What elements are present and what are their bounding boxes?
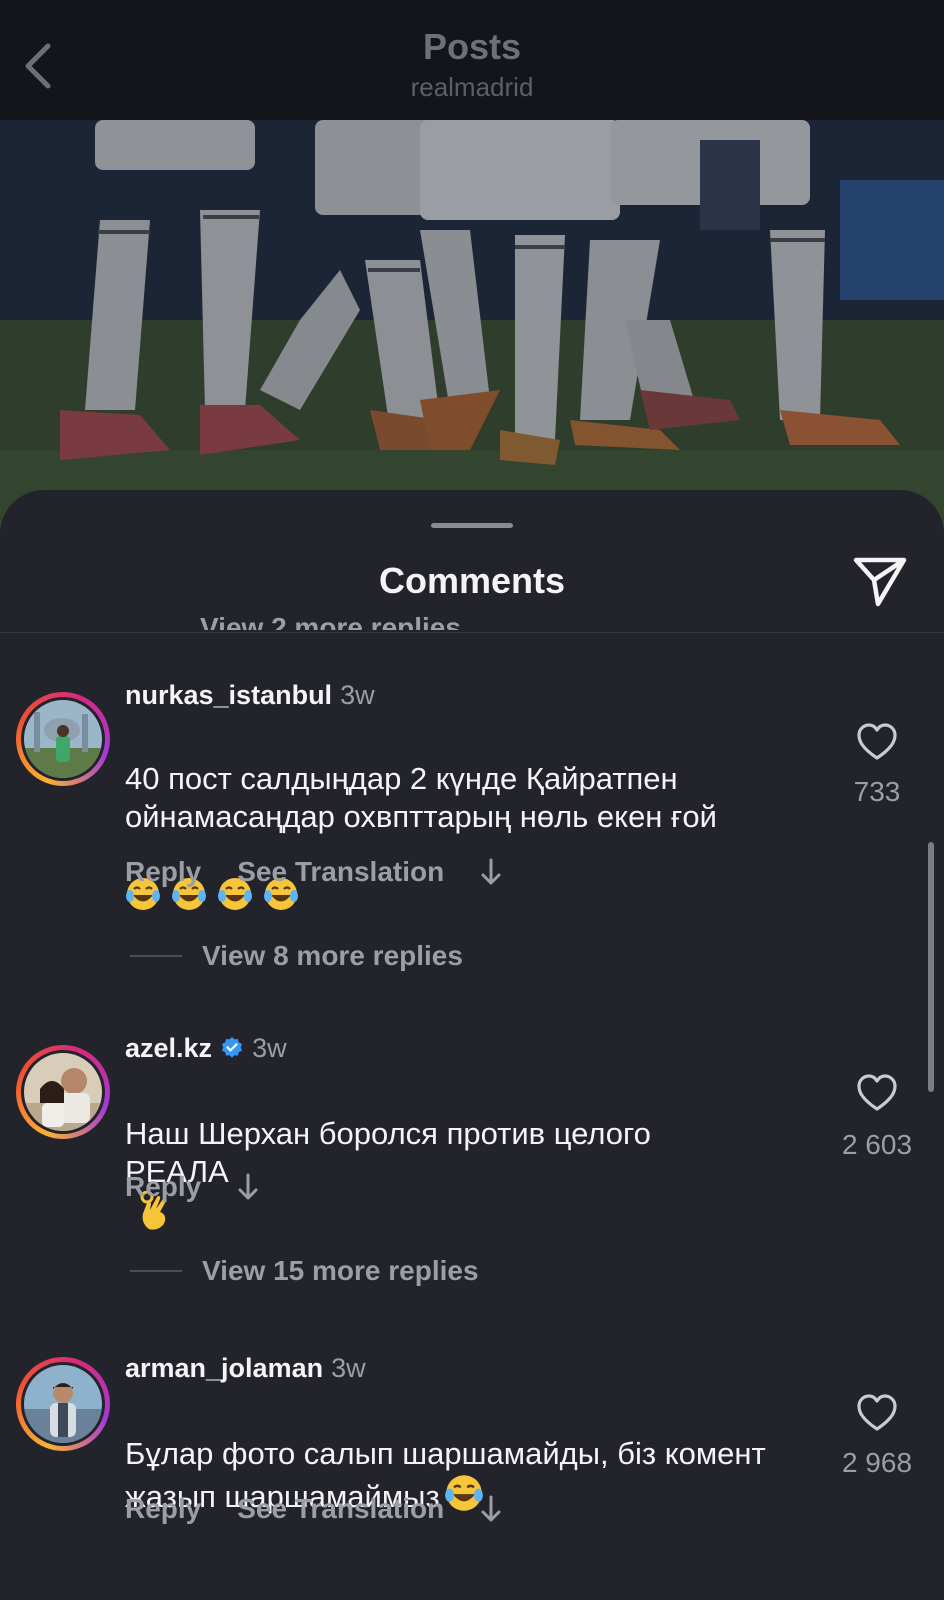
view-more-replies-button[interactable]: View 8 more replies <box>130 940 463 972</box>
page-title: Posts <box>422 26 522 67</box>
arrow-down-icon[interactable] <box>480 857 502 887</box>
post-photo <box>0 120 944 540</box>
verified-badge-icon <box>222 1037 243 1058</box>
comment-text: Наш Шерхан боролся против целого РЕАЛА <box>125 1077 725 1234</box>
account-name[interactable]: realmadrid <box>0 72 944 103</box>
sheet-grabber[interactable] <box>431 523 513 528</box>
replies-divider-line <box>130 955 182 957</box>
comment-username[interactable]: azel.kz <box>125 1033 212 1063</box>
comment-text: 40 пост салдыңдар 2 күнде Қайратпен ойна… <box>125 722 805 953</box>
scrollbar[interactable] <box>928 842 934 1092</box>
share-send-icon[interactable] <box>852 554 908 608</box>
reply-button[interactable]: Reply <box>125 856 201 887</box>
comment-username[interactable]: nurkas_istanbul <box>125 680 332 710</box>
see-translation-button[interactable]: See Translation <box>237 856 444 887</box>
heart-icon[interactable] <box>856 722 898 762</box>
avatar[interactable] <box>16 1357 110 1451</box>
see-translation-button[interactable]: See Translation <box>237 1493 444 1524</box>
sheet-title: Comments <box>378 560 566 601</box>
avatar[interactable] <box>16 692 110 786</box>
arrow-down-icon[interactable] <box>237 1172 259 1202</box>
reply-button[interactable]: Reply <box>125 1171 201 1202</box>
replies-divider-line <box>130 1270 182 1272</box>
comment-timestamp: 3w <box>252 1033 287 1063</box>
comment-username[interactable]: arman_jolaman <box>125 1353 323 1383</box>
heart-icon[interactable] <box>856 1393 898 1433</box>
header-divider <box>0 632 944 633</box>
comments-sheet: Comments View 2 more replies nurkas_ista… <box>0 490 944 1600</box>
avatar[interactable] <box>16 1045 110 1139</box>
like-count: 733 <box>853 776 901 807</box>
heart-icon[interactable] <box>856 1073 898 1113</box>
view-more-replies-clipped[interactable]: View 2 more replies <box>200 604 461 630</box>
comment-timestamp: 3w <box>331 1353 366 1383</box>
comment-timestamp: 3w <box>340 680 375 710</box>
arrow-down-icon[interactable] <box>480 1494 502 1524</box>
top-nav-bar: Posts realmadrid <box>0 0 944 120</box>
like-count: 2 603 <box>841 1129 913 1160</box>
like-count: 2 968 <box>841 1447 913 1478</box>
reply-button[interactable]: Reply <box>125 1493 201 1524</box>
view-more-replies-button[interactable]: View 15 more replies <box>130 1255 479 1287</box>
